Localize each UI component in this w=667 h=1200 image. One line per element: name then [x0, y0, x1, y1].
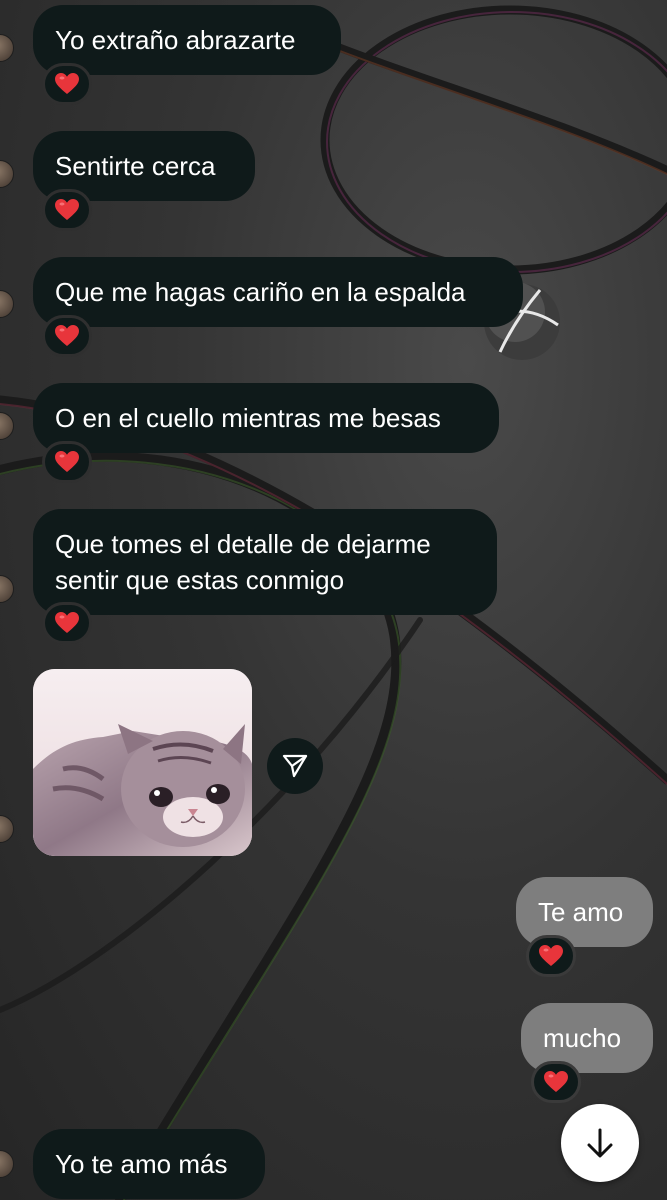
share-button[interactable]	[267, 738, 323, 794]
message-text: Sentirte cerca	[55, 151, 216, 181]
contact-avatar[interactable]	[0, 575, 14, 603]
heart-reaction[interactable]	[42, 315, 92, 357]
contact-avatar[interactable]	[0, 290, 14, 318]
photo-message[interactable]	[33, 669, 252, 856]
message-bubble[interactable]: Que tomes el detalle de dejarme sentir q…	[33, 509, 497, 615]
message-text: Yo te amo más	[55, 1149, 228, 1179]
heart-reaction[interactable]	[42, 63, 92, 105]
heart-emoji-icon	[544, 1071, 568, 1092]
message-text: Que tomes el detalle de dejarme sentir q…	[55, 529, 431, 595]
message-text: Te amo	[538, 897, 624, 927]
message-text: Que me hagas cariño en la espalda	[55, 277, 466, 307]
contact-avatar[interactable]	[0, 815, 14, 843]
heart-emoji-icon	[55, 612, 79, 633]
heart-emoji-icon	[55, 325, 79, 346]
heart-reaction[interactable]	[531, 1061, 581, 1103]
heart-emoji-icon	[539, 945, 563, 966]
arrow-down-icon	[587, 1128, 613, 1158]
heart-emoji-icon	[55, 451, 79, 472]
paper-plane-icon	[282, 754, 308, 778]
sad-kitten-image	[33, 669, 252, 856]
contact-avatar[interactable]	[0, 160, 14, 188]
contact-avatar[interactable]	[0, 34, 14, 62]
heart-reaction[interactable]	[42, 602, 92, 644]
heart-emoji-icon	[55, 199, 79, 220]
heart-reaction[interactable]	[526, 935, 576, 977]
message-bubble[interactable]: Que me hagas cariño en la espalda	[33, 257, 523, 327]
heart-reaction[interactable]	[42, 441, 92, 483]
message-text: Yo extraño abrazarte	[55, 25, 296, 55]
message-bubble[interactable]: O en el cuello mientras me besas	[33, 383, 499, 453]
message-bubble[interactable]: Yo te amo más	[33, 1129, 265, 1199]
scroll-to-bottom-button[interactable]	[561, 1104, 639, 1182]
heart-emoji-icon	[55, 73, 79, 94]
contact-avatar[interactable]	[0, 1150, 14, 1178]
heart-reaction[interactable]	[42, 189, 92, 231]
message-text: O en el cuello mientras me besas	[55, 403, 441, 433]
message-bubble-outgoing[interactable]: mucho	[521, 1003, 653, 1073]
contact-avatar[interactable]	[0, 412, 14, 440]
message-text: mucho	[543, 1023, 622, 1053]
